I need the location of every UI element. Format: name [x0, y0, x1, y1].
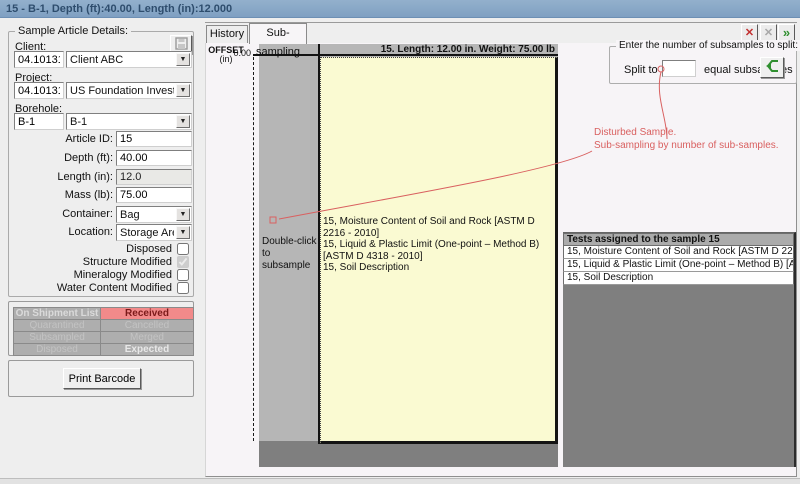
status-cell-expected: Expected	[101, 344, 193, 355]
client-code-input[interactable]	[14, 51, 64, 68]
offset-tick-0: 0.00	[229, 48, 251, 58]
water-content-modified-checkbox[interactable]	[177, 282, 189, 294]
sample-diagram-canvas: 15. Length: 12.00 in. Weight: 75.00 lb D…	[259, 44, 558, 467]
split-to-label: Split to	[624, 64, 658, 76]
sub-sampling-tab-page: OFFSET (in) 0.00 15. Length: 12.00 in. W…	[205, 43, 797, 477]
window-bottom-strip	[0, 478, 800, 484]
length-input	[116, 169, 192, 185]
sample-details-groupbox: Sample Article Details: Client: Client A…	[8, 31, 194, 297]
delete-all-button-disabled: ✕	[760, 24, 777, 41]
status-panel: On Shipment List Received Quarantined Ca…	[8, 301, 194, 356]
tests-assigned-row[interactable]: 15, Liquid & Plastic Limit (One-point – …	[563, 259, 794, 272]
container-select-value: Bag	[120, 209, 174, 221]
double-click-hint-line2: subsample	[262, 260, 318, 272]
sample-tests-text: 15, Moisture Content of Soil and Rock [A…	[323, 216, 556, 274]
floppy-disk-icon	[175, 37, 188, 50]
subsample-count-input[interactable]	[662, 60, 696, 77]
sample-test-item: 15, Soil Description	[323, 262, 556, 274]
status-cell-disposed: Disposed	[14, 344, 100, 355]
depth-label: Depth (ft):	[9, 152, 113, 164]
client-select[interactable]: Client ABC ▼	[66, 51, 192, 68]
delete-x-disabled-icon: ✕	[764, 27, 773, 39]
disposed-checkbox[interactable]	[177, 243, 189, 255]
chevron-down-icon[interactable]: ▼	[176, 53, 190, 66]
article-id-input[interactable]	[116, 131, 192, 147]
chevron-down-icon[interactable]: ▼	[176, 115, 190, 128]
disposed-checkbox-label: Disposed	[9, 243, 172, 255]
delete-x-icon: ✕	[745, 27, 754, 39]
status-cell-quarantined: Quarantined	[14, 320, 100, 331]
chevron-down-icon[interactable]: ▼	[176, 84, 190, 97]
diagram-vertical-divider	[318, 44, 320, 444]
project-select[interactable]: US Foundation Investigation ▼	[66, 82, 192, 99]
double-click-hint: Double-click to subsample	[262, 236, 318, 272]
sample-test-item: 15, Moisture Content of Soil and Rock [A…	[323, 216, 556, 239]
delete-subsample-button[interactable]: ✕	[741, 24, 758, 41]
location-select-value: Storage Area	[120, 227, 174, 239]
tab-history[interactable]: History	[206, 25, 248, 43]
location-label: Location:	[9, 226, 113, 238]
status-cell-on-shipment-list: On Shipment List	[14, 308, 100, 319]
mineralogy-modified-checkbox[interactable]	[177, 269, 189, 281]
borehole-select[interactable]: B-1 ▼	[66, 113, 192, 130]
structure-modified-checkbox-label: Structure Modified	[9, 256, 172, 268]
split-groupbox-legend: Enter the number of subsamples to split:	[616, 40, 800, 51]
status-grid: On Shipment List Received Quarantined Ca…	[13, 307, 194, 356]
container-select[interactable]: Bag ▼	[116, 206, 192, 223]
length-label: Length (in):	[9, 171, 113, 183]
status-cell-received: Received	[101, 308, 193, 319]
split-button[interactable]	[760, 57, 784, 78]
article-id-label: Article ID:	[9, 133, 113, 145]
project-select-value: US Foundation Investigation	[70, 85, 174, 97]
tests-assigned-row[interactable]: 15, Moisture Content of Soil and Rock [A…	[563, 246, 794, 259]
water-content-modified-checkbox-label: Water Content Modified	[9, 282, 172, 294]
offset-axis-dashed-line	[253, 57, 254, 441]
sample-details-legend: Sample Article Details:	[15, 25, 131, 37]
status-cell-merged: Merged	[101, 332, 193, 343]
window-title-bar: 15 - B-1, Depth (ft):40.00, Length (in):…	[0, 0, 800, 18]
tests-assigned-header: Tests assigned to the sample 15	[563, 233, 794, 246]
split-groupbox: Enter the number of subsamples to split:…	[609, 46, 797, 84]
tests-assigned-panel: Tests assigned to the sample 15 15, Mois…	[563, 232, 796, 467]
location-select[interactable]: Storage Area ▼	[116, 224, 192, 241]
container-label: Container:	[9, 208, 113, 220]
annotation-text-line1: Disturbed Sample.	[594, 126, 676, 139]
tests-assigned-row[interactable]: 15, Soil Description	[563, 272, 794, 285]
project-code-input[interactable]	[14, 82, 64, 99]
print-barcode-button[interactable]: Print Barcode	[63, 368, 141, 389]
print-panel: Print Barcode	[8, 360, 194, 397]
mass-label: Mass (lb):	[9, 189, 113, 201]
green-forward-arrows-icon: »	[783, 25, 790, 40]
status-cell-subsampled: Subsampled	[14, 332, 100, 343]
annotation-text-line2: Sub-sampling by number of sub-samples.	[594, 139, 779, 152]
depth-input[interactable]	[116, 150, 192, 166]
application-window: 15 - B-1, Depth (ft):40.00, Length (in):…	[0, 0, 800, 484]
mineralogy-modified-checkbox-label: Mineralogy Modified	[9, 269, 172, 281]
chevron-down-icon[interactable]: ▼	[176, 208, 190, 221]
client-select-value: Client ABC	[70, 54, 174, 66]
mass-input[interactable]	[116, 187, 192, 203]
borehole-select-value: B-1	[70, 116, 174, 128]
status-cell-cancelled: Cancelled	[101, 320, 193, 331]
proceed-button[interactable]: »	[778, 24, 795, 41]
chevron-down-icon[interactable]: ▼	[176, 226, 190, 239]
double-click-hint-line1: Double-click to	[262, 236, 318, 260]
split-arrows-green-icon	[765, 59, 780, 73]
sample-test-item: 15, Liquid & Plastic Limit (One-point – …	[323, 239, 556, 262]
tab-sub-sampling[interactable]: Sub-sampling	[249, 23, 307, 44]
borehole-code-input[interactable]	[14, 113, 64, 130]
structure-modified-checkbox	[177, 256, 189, 268]
